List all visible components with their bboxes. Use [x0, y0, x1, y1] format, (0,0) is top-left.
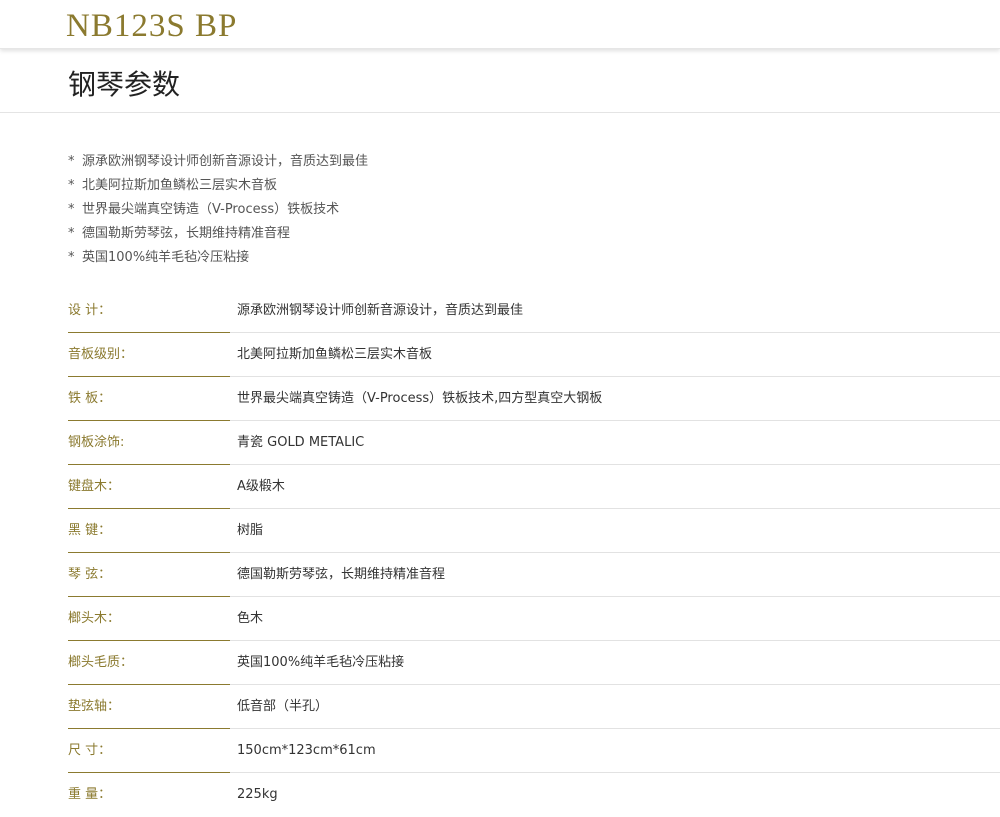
spec-row-strings: 琴 弦： 德国勒斯劳琴弦，长期维持精准音程: [0, 553, 1000, 597]
feature-bullet: *: [68, 154, 75, 169]
spec-row-iron-plate: 铁 板： 世界最尖端真空铸造（V-Process）铁板技术,四方型真空大钢板: [0, 377, 1000, 421]
feature-item: * 英国100%纯羊毛毡冷压粘接: [68, 246, 368, 270]
spec-label: 音板级别：: [68, 347, 134, 362]
spec-value: 树脂: [237, 523, 264, 538]
spec-row-weight: 重 量： 225kg: [0, 773, 1000, 817]
feature-item: * 世界最尖端真空铸造（V-Process）铁板技术: [68, 198, 368, 222]
spec-value: 北美阿拉斯加鱼鳞松三层实木音板: [237, 347, 433, 362]
feature-text: 北美阿拉斯加鱼鳞松三层实木音板: [82, 178, 278, 193]
spec-label: 尺 寸：: [68, 743, 112, 758]
spec-row-hammer-felt: 榔头毛质： 英国100%纯羊毛毡冷压粘接: [0, 641, 1000, 685]
spec-label: 垫弦轴：: [68, 699, 121, 714]
spec-value: 低音部（半孔）: [237, 699, 329, 714]
model-title: NB123S BP: [66, 8, 238, 44]
spec-label: 琴 弦：: [68, 567, 112, 582]
spec-value: 源承欧洲钢琴设计师创新音源设计，音质达到最佳: [237, 303, 524, 318]
feature-text: 源承欧洲钢琴设计师创新音源设计，音质达到最佳: [82, 154, 369, 169]
feature-item: * 北美阿拉斯加鱼鳞松三层实木音板: [68, 174, 368, 198]
spec-value: 德国勒斯劳琴弦，长期维持精准音程: [237, 567, 446, 582]
feature-text: 世界最尖端真空铸造（V-Process）铁板技术: [82, 202, 340, 217]
feature-bullet: *: [68, 202, 75, 217]
spec-value: 青瓷 GOLD METALIC: [237, 435, 365, 450]
section-title: 钢琴参数: [68, 68, 181, 101]
top-bar: NB123S BP: [0, 0, 1000, 49]
spec-value: 英国100%纯羊毛毡冷压粘接: [237, 655, 405, 670]
spec-label: 重 量：: [68, 787, 112, 802]
feature-item: * 源承欧洲钢琴设计师创新音源设计，音质达到最佳: [68, 150, 368, 174]
feature-bullet: *: [68, 250, 75, 265]
spec-value: 225kg: [237, 787, 278, 802]
spec-label: 榔头毛质：: [68, 655, 134, 670]
spec-value: 色木: [237, 611, 264, 626]
section-header: 钢琴参数: [0, 50, 1000, 113]
feature-bullet: *: [68, 178, 75, 193]
spec-label: 铁 板：: [68, 391, 112, 406]
feature-text: 德国勒斯劳琴弦，长期维持精准音程: [82, 226, 291, 241]
spec-value: 世界最尖端真空铸造（V-Process）铁板技术,四方型真空大钢板: [237, 391, 603, 406]
spec-row-dimensions: 尺 寸： 150cm*123cm*61cm: [0, 729, 1000, 773]
feature-item: * 德国勒斯劳琴弦，长期维持精准音程: [68, 222, 368, 246]
spec-row-key-wood: 键盘木： A级椴木: [0, 465, 1000, 509]
spec-value: A级椴木: [237, 479, 285, 494]
spec-row-black-keys: 黑 键： 树脂: [0, 509, 1000, 553]
spec-row-soundboard: 音板级别： 北美阿拉斯加鱼鳞松三层实木音板: [0, 333, 1000, 377]
feature-text: 英国100%纯羊毛毡冷压粘接: [82, 250, 250, 265]
spec-row-hammer-wood: 榔头木： 色木: [0, 597, 1000, 641]
spec-label: 钢板涂饰:: [68, 435, 125, 450]
spec-label: 设 计：: [68, 303, 112, 318]
spec-value: 150cm*123cm*61cm: [237, 743, 376, 758]
spec-label: 键盘木：: [68, 479, 121, 494]
spec-row-design: 设 计： 源承欧洲钢琴设计师创新音源设计，音质达到最佳: [0, 289, 1000, 333]
spec-label: 榔头木：: [68, 611, 121, 626]
spec-row-plate-finish: 钢板涂饰: 青瓷 GOLD METALIC: [0, 421, 1000, 465]
feature-bullet: *: [68, 226, 75, 241]
feature-list: * 源承欧洲钢琴设计师创新音源设计，音质达到最佳 * 北美阿拉斯加鱼鳞松三层实木音板…: [68, 150, 368, 270]
spec-table: 设 计： 源承欧洲钢琴设计师创新音源设计，音质达到最佳 音板级别： 北美阿拉斯加…: [0, 289, 1000, 817]
spec-label: 黑 键：: [68, 523, 112, 538]
spec-row-string-pin: 垫弦轴： 低音部（半孔）: [0, 685, 1000, 729]
